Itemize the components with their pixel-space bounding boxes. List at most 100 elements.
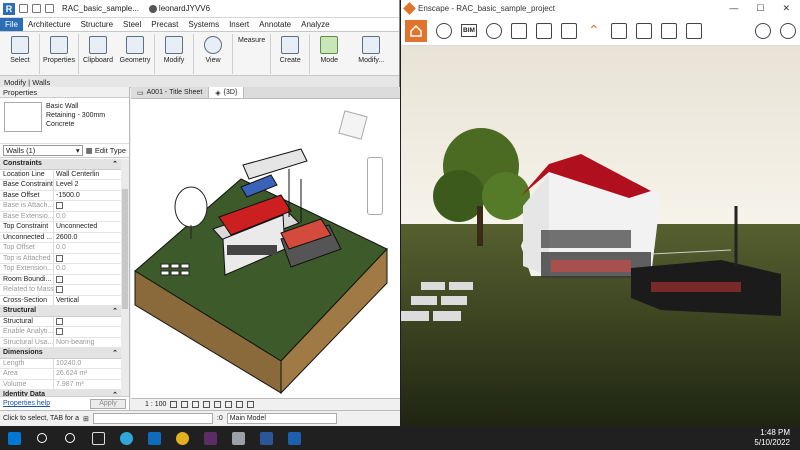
export-icon[interactable] [610,22,627,39]
type-family: Basic Wall [46,103,79,110]
mode-tool[interactable]: Mode [311,34,347,64]
view-tool[interactable]: View [195,34,231,64]
sync-icon[interactable] [45,4,54,13]
clock-date: 5/10/2022 [754,438,790,447]
render-icon[interactable] [214,401,222,408]
property-value[interactable]: Vertical [54,296,121,306]
view-scale[interactable]: 1 : 100 [145,401,166,408]
visual-style-icon[interactable] [181,401,189,408]
task-view-icon[interactable] [56,426,84,450]
tab-systems[interactable]: Systems [183,18,224,31]
design-option-dropdown[interactable]: Main Model [226,413,337,424]
tab-3d[interactable]: ◈ {3D} [209,87,245,98]
panorama-icon[interactable] [560,22,577,39]
section-constraints[interactable]: Constraints ⌃ [0,159,121,170]
tab-precast[interactable]: Precast [146,18,183,31]
detail-level-icon[interactable] [170,401,178,408]
search-icon[interactable] [28,426,56,450]
property-value[interactable]: 2600.0 [54,233,121,243]
property-checkbox[interactable] [56,317,63,325]
tab-insert[interactable]: Insert [224,18,254,31]
system-clock[interactable]: 1:48 PM 5/10/2022 [754,428,800,448]
tab-architecture[interactable]: Architecture [23,18,76,31]
mail-icon[interactable] [140,426,168,450]
sun-path-icon[interactable] [192,401,200,408]
tab-title-sheet[interactable]: ▭ A001 - Title Sheet [131,87,210,98]
tab-file[interactable]: File [0,18,23,31]
clapper-icon[interactable] [510,22,527,39]
pin-icon[interactable] [436,22,452,39]
slack-icon[interactable] [196,426,224,450]
modify-tool[interactable]: Modify [156,34,192,64]
close-icon[interactable]: ✕ [782,3,790,14]
property-value[interactable] [54,317,121,327]
properties-scrollbar[interactable] [121,159,129,396]
measure-tool[interactable]: Measure [234,34,269,47]
property-value[interactable]: Unconnected [54,222,121,232]
property-value [54,254,121,264]
property-value[interactable]: Level 2 [54,180,121,190]
open-icon[interactable] [19,4,28,13]
maximize-icon[interactable]: ☐ [756,3,764,14]
properties-tool[interactable]: Properties [41,34,77,64]
revit-icon[interactable] [280,426,308,450]
property-row: Base is Attach... [0,201,121,212]
settings-icon[interactable] [780,22,796,39]
create-tool[interactable]: Create [272,34,308,64]
property-value[interactable]: -1500.0 [54,191,121,201]
properties-help-link[interactable]: Properties help [3,400,50,407]
property-value[interactable] [54,275,121,285]
tab-structure[interactable]: Structure [76,18,118,31]
clipboard-tool[interactable]: Clipboard [80,34,116,64]
user-account[interactable]: leonardJYVV6 [148,4,210,13]
type-selector[interactable]: Basic Wall Retaining - 300mm Concrete [0,98,129,144]
properties-header: Properties [0,87,129,98]
section-structural[interactable]: Structural ⌃ [0,306,121,317]
tab-analyze[interactable]: Analyze [296,18,334,31]
tab-annotate[interactable]: Annotate [254,18,296,31]
property-name: Area [0,369,54,379]
bim-icon[interactable]: BIM [461,24,477,37]
cube-icon[interactable] [660,22,677,39]
property-value[interactable]: Wall Centerlin [54,170,121,180]
collapse-icon[interactable]: ⌃ [112,160,118,168]
collapse-icon[interactable]: ⌃ [112,349,118,357]
enscape-render-view[interactable] [401,46,800,426]
screenshot-icon[interactable] [535,22,552,39]
revit-3d-view[interactable] [131,99,400,398]
home-icon[interactable] [405,19,427,42]
modify-more-tool[interactable]: Modify... [348,34,394,64]
property-checkbox[interactable] [56,275,63,283]
property-name: Enable Analyti... [0,327,54,337]
widgets-icon[interactable] [84,426,112,450]
visual-settings-icon[interactable] [755,22,771,39]
edit-type-button[interactable]: ▦ Edit Type [86,146,126,155]
apply-button[interactable]: Apply [90,398,126,409]
save-icon[interactable] [32,4,41,13]
edge-icon[interactable] [112,426,140,450]
material-icon[interactable] [685,22,702,39]
drive-icon[interactable] [224,426,252,450]
hide-icon[interactable] [247,401,255,408]
up-icon[interactable]: ⌃ [586,23,602,39]
select-tool[interactable]: Select [2,34,38,64]
chrome-icon[interactable] [168,426,196,450]
lock-icon[interactable] [236,401,244,408]
worksets-icon[interactable]: ⊞ [83,415,89,423]
navigation-bar[interactable] [367,157,383,215]
minimize-icon[interactable]: — [729,3,738,14]
binoculars-icon[interactable] [485,22,502,39]
workset-dropdown[interactable] [92,413,213,424]
revit-logo-icon[interactable]: R [3,2,15,15]
section-dimensions[interactable]: Dimensions ⌃ [0,348,121,359]
crop-icon[interactable] [225,401,233,408]
collapse-icon[interactable]: ⌃ [112,307,118,315]
windows-icon[interactable] [0,426,28,450]
word-icon[interactable] [252,426,280,450]
batch-icon[interactable] [635,22,652,39]
scrollbar-thumb[interactable] [122,189,128,309]
tab-steel[interactable]: Steel [118,18,146,31]
instance-filter-dropdown[interactable]: Walls (1) ▾ [3,145,83,156]
geometry-tool[interactable]: Geometry [117,34,153,64]
shadows-icon[interactable] [203,401,211,408]
